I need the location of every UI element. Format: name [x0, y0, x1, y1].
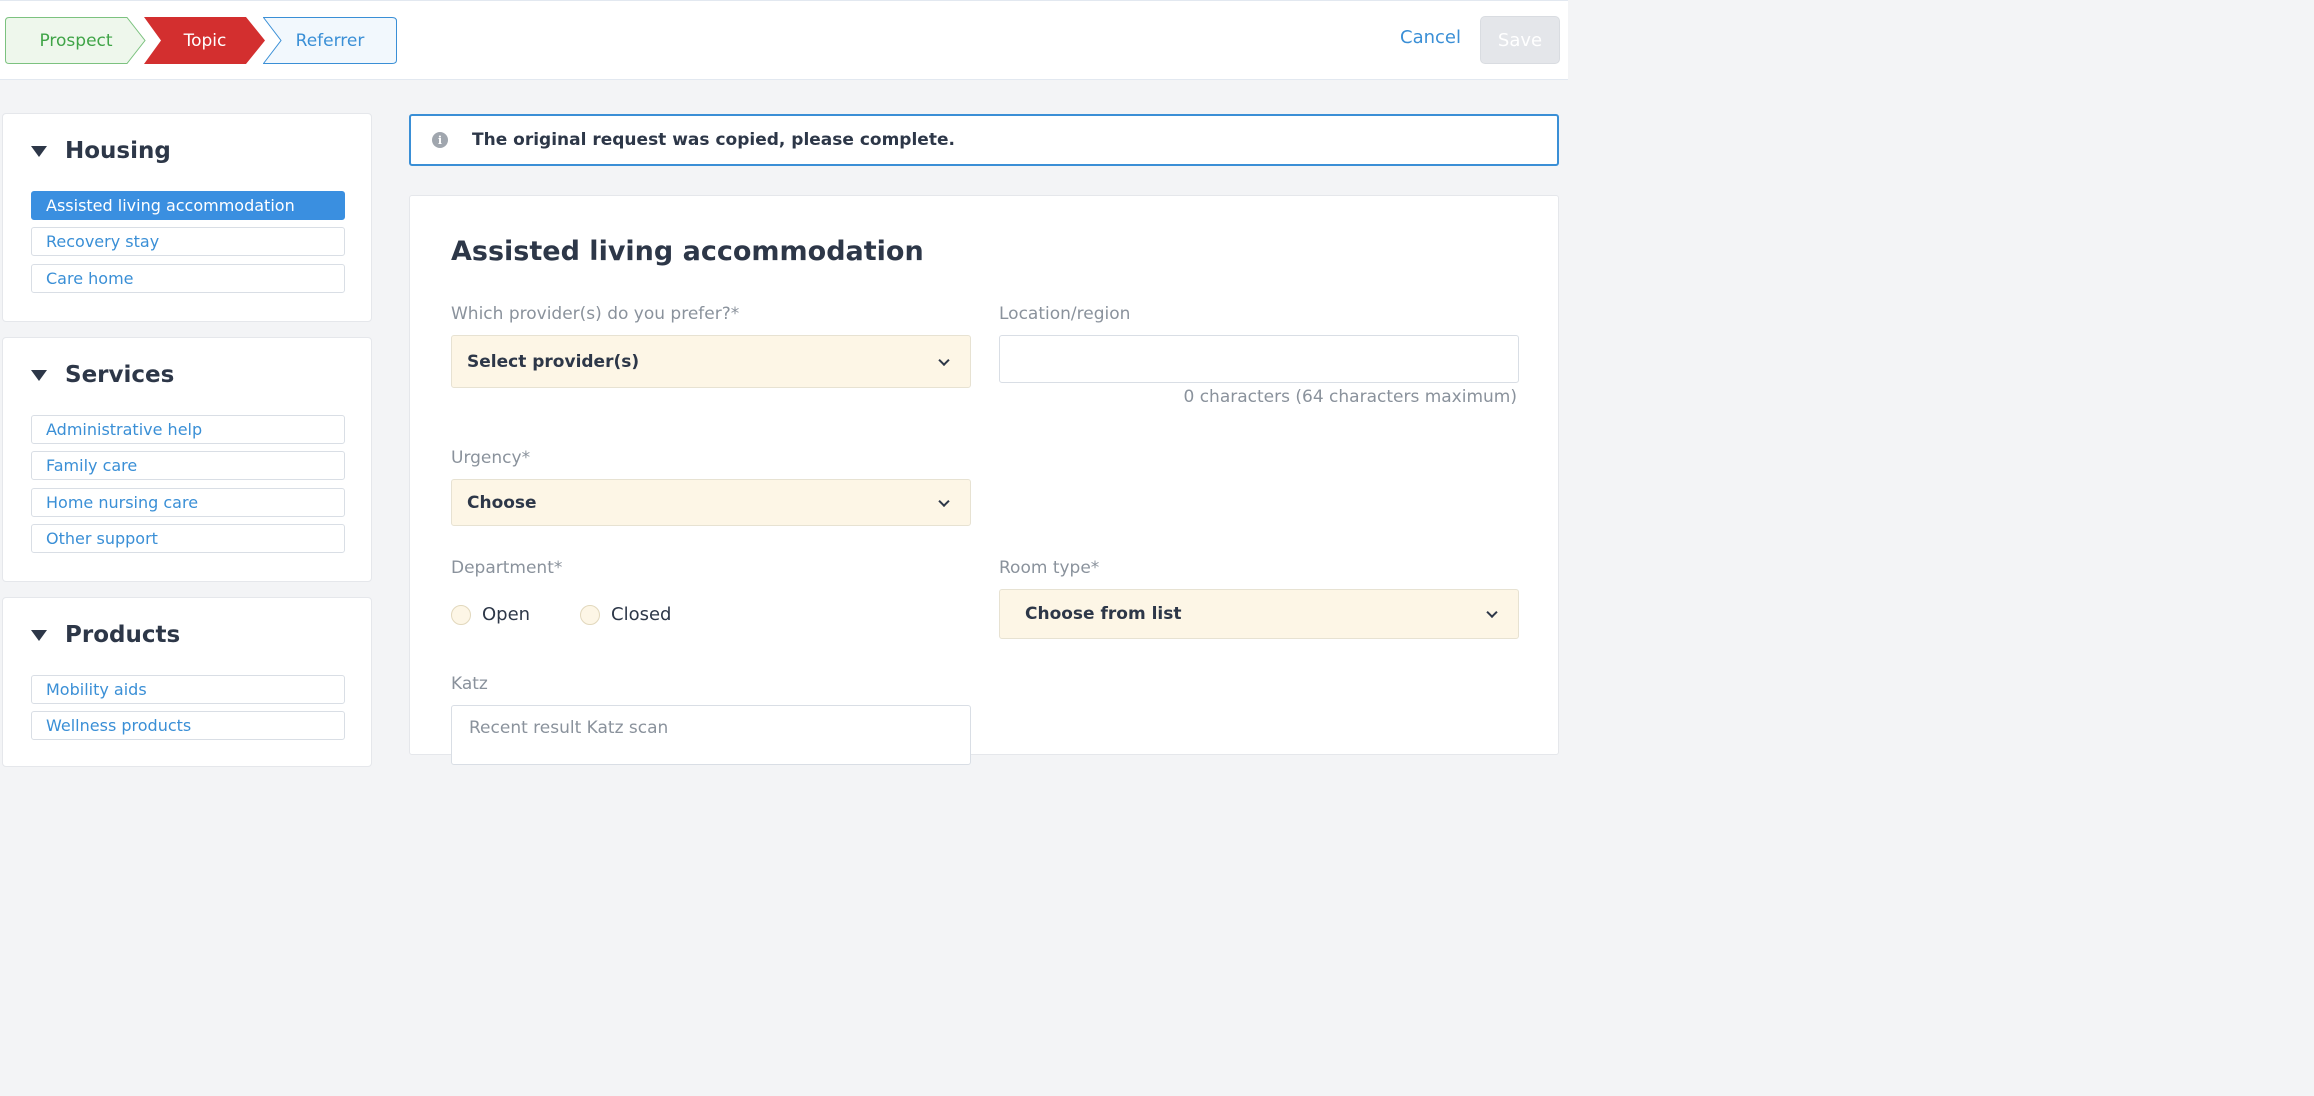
step-topic[interactable]: Topic — [144, 17, 266, 64]
katz-input[interactable]: Recent result Katz scan — [451, 705, 971, 765]
banner-text: The original request was copied, please … — [472, 130, 955, 150]
sidebar-item-home-nursing-care[interactable]: Home nursing care — [31, 488, 345, 517]
step-prospect[interactable]: Prospect — [5, 17, 147, 64]
group-header-products[interactable]: Products — [31, 622, 180, 648]
katz-label: Katz — [451, 674, 488, 694]
cancel-button[interactable]: Cancel — [1400, 27, 1461, 48]
form-card: Assisted living accommodation Which prov… — [409, 195, 1559, 765]
step-topic-label: Topic — [183, 30, 227, 51]
sidebar-group-products: Products Mobility aids Wellness products — [2, 597, 372, 767]
radio-label-closed: Closed — [611, 604, 672, 625]
sidebar-item-administrative-help[interactable]: Administrative help — [31, 415, 345, 444]
provider-select-value: Select provider(s) — [467, 351, 640, 372]
sidebar-item-recovery-stay[interactable]: Recovery stay — [31, 227, 345, 256]
step-indicator: Prospect Topic Referrer — [5, 17, 397, 64]
room-type-label: Room type* — [999, 558, 1100, 578]
radio-open[interactable] — [451, 604, 471, 625]
katz-placeholder: Recent result Katz scan — [469, 718, 669, 738]
group-title: Housing — [65, 138, 171, 164]
sidebar-group-housing: Housing Assisted living accommodation Re… — [2, 113, 372, 322]
step-prospect-label: Prospect — [39, 30, 113, 51]
info-icon: i — [432, 132, 448, 148]
radio-closed[interactable] — [580, 604, 600, 625]
urgency-label: Urgency* — [451, 448, 531, 468]
provider-select[interactable]: Select provider(s) — [451, 335, 971, 388]
room-type-select[interactable]: Choose from list — [999, 589, 1519, 639]
sidebar-item-other-support[interactable]: Other support — [31, 524, 345, 553]
department-label: Department* — [451, 558, 563, 578]
step-referrer-label: Referrer — [295, 30, 365, 51]
urgency-select-value: Choose — [467, 492, 537, 513]
radio-label-open: Open — [482, 604, 531, 625]
collapse-triangle-icon — [31, 629, 47, 641]
group-title: Services — [65, 362, 175, 388]
collapse-triangle-icon — [31, 369, 47, 381]
department-option-closed[interactable]: Closed — [580, 604, 671, 625]
location-input[interactable] — [999, 335, 1519, 383]
sidebar-group-services: Services Administrative help Family care… — [2, 337, 372, 582]
sidebar-item-mobility-aids[interactable]: Mobility aids — [31, 675, 345, 704]
sidebar-item-family-care[interactable]: Family care — [31, 451, 345, 480]
provider-label: Which provider(s) do you prefer?* — [451, 304, 740, 324]
step-referrer[interactable]: Referrer — [263, 17, 397, 64]
urgency-select[interactable]: Choose — [451, 479, 971, 526]
group-header-housing[interactable]: Housing — [31, 138, 171, 164]
form-title: Assisted living accommodation — [451, 236, 924, 267]
sidebar-item-care-home[interactable]: Care home — [31, 264, 345, 293]
chevron-down-icon — [938, 495, 950, 507]
department-option-open[interactable]: Open — [451, 604, 530, 625]
group-title: Products — [65, 622, 181, 648]
chevron-down-icon — [1486, 606, 1498, 619]
chevron-down-icon — [938, 354, 950, 366]
sidebar-item-assisted-living[interactable]: Assisted living accommodation — [31, 191, 345, 220]
group-header-services[interactable]: Services — [31, 362, 174, 388]
room-type-select-value: Choose from list — [1025, 604, 1182, 624]
top-bar: Prospect Topic Referrer Cancel Save — [0, 0, 1568, 80]
location-label: Location/region — [999, 304, 1131, 324]
location-character-counter: 0 characters (64 characters maximum) — [1183, 387, 1517, 407]
sidebar-item-wellness-products[interactable]: Wellness products — [31, 711, 345, 740]
collapse-triangle-icon — [31, 145, 47, 157]
save-button[interactable]: Save — [1480, 16, 1560, 64]
info-banner: i The original request was copied, pleas… — [409, 114, 1559, 166]
